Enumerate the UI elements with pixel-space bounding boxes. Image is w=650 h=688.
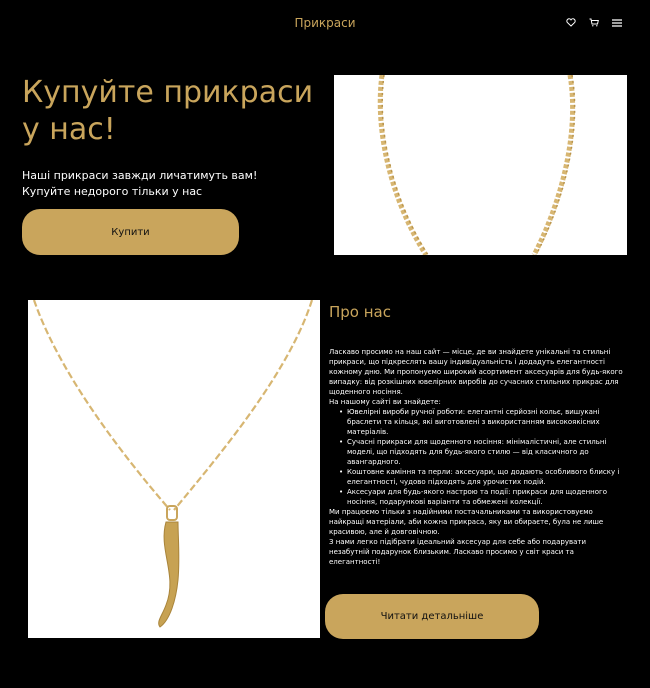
hero-chain-image bbox=[334, 75, 627, 255]
cart-icon[interactable] bbox=[589, 18, 599, 27]
about-list-item: Коштовне каміння та перли: аксесуари, що… bbox=[339, 467, 625, 487]
about-title: Про нас bbox=[329, 303, 391, 321]
hero-title: Купуйте прикраси у нас! bbox=[22, 75, 314, 147]
about-text: Ласкаво просимо на наш сайт — місце, де … bbox=[329, 347, 625, 567]
about-intro: Ласкаво просимо на наш сайт — місце, де … bbox=[329, 348, 623, 396]
buy-button[interactable]: Купити bbox=[22, 209, 239, 255]
hero-line-2: Купуйте недорого тільки у нас bbox=[22, 185, 203, 198]
menu-icon[interactable] bbox=[612, 18, 622, 27]
about-list-item: Ювелірні вироби ручної роботи: елегантні… bbox=[339, 407, 625, 437]
about-list-heading: На нашому сайті ви знайдете: bbox=[329, 398, 441, 406]
about-paragraph-2: Ми працюємо тільки з надійними постачаль… bbox=[329, 508, 604, 536]
header-icons bbox=[566, 18, 622, 27]
hero-line-1: Наші прикраси завжди личатимуть вам! bbox=[22, 169, 258, 182]
pendant-necklace-image bbox=[28, 300, 320, 638]
read-more-button[interactable]: Читати детальніше bbox=[325, 594, 539, 639]
heart-icon[interactable] bbox=[566, 18, 576, 27]
site-title[interactable]: Прикраси bbox=[0, 16, 650, 30]
about-list-item: Сучасні прикраси для щоденного носіння: … bbox=[339, 437, 625, 467]
hero-text: Наші прикраси завжди личатимуть вам! Куп… bbox=[22, 168, 322, 200]
about-list: Ювелірні вироби ручної роботи: елегантні… bbox=[329, 407, 625, 507]
about-list-item: Аксесуари для будь-якого настрою та поді… bbox=[339, 487, 625, 507]
top-bar: Прикраси bbox=[0, 0, 650, 48]
about-paragraph-3: З нами легко підібрати ідеальний аксесуа… bbox=[329, 538, 587, 566]
